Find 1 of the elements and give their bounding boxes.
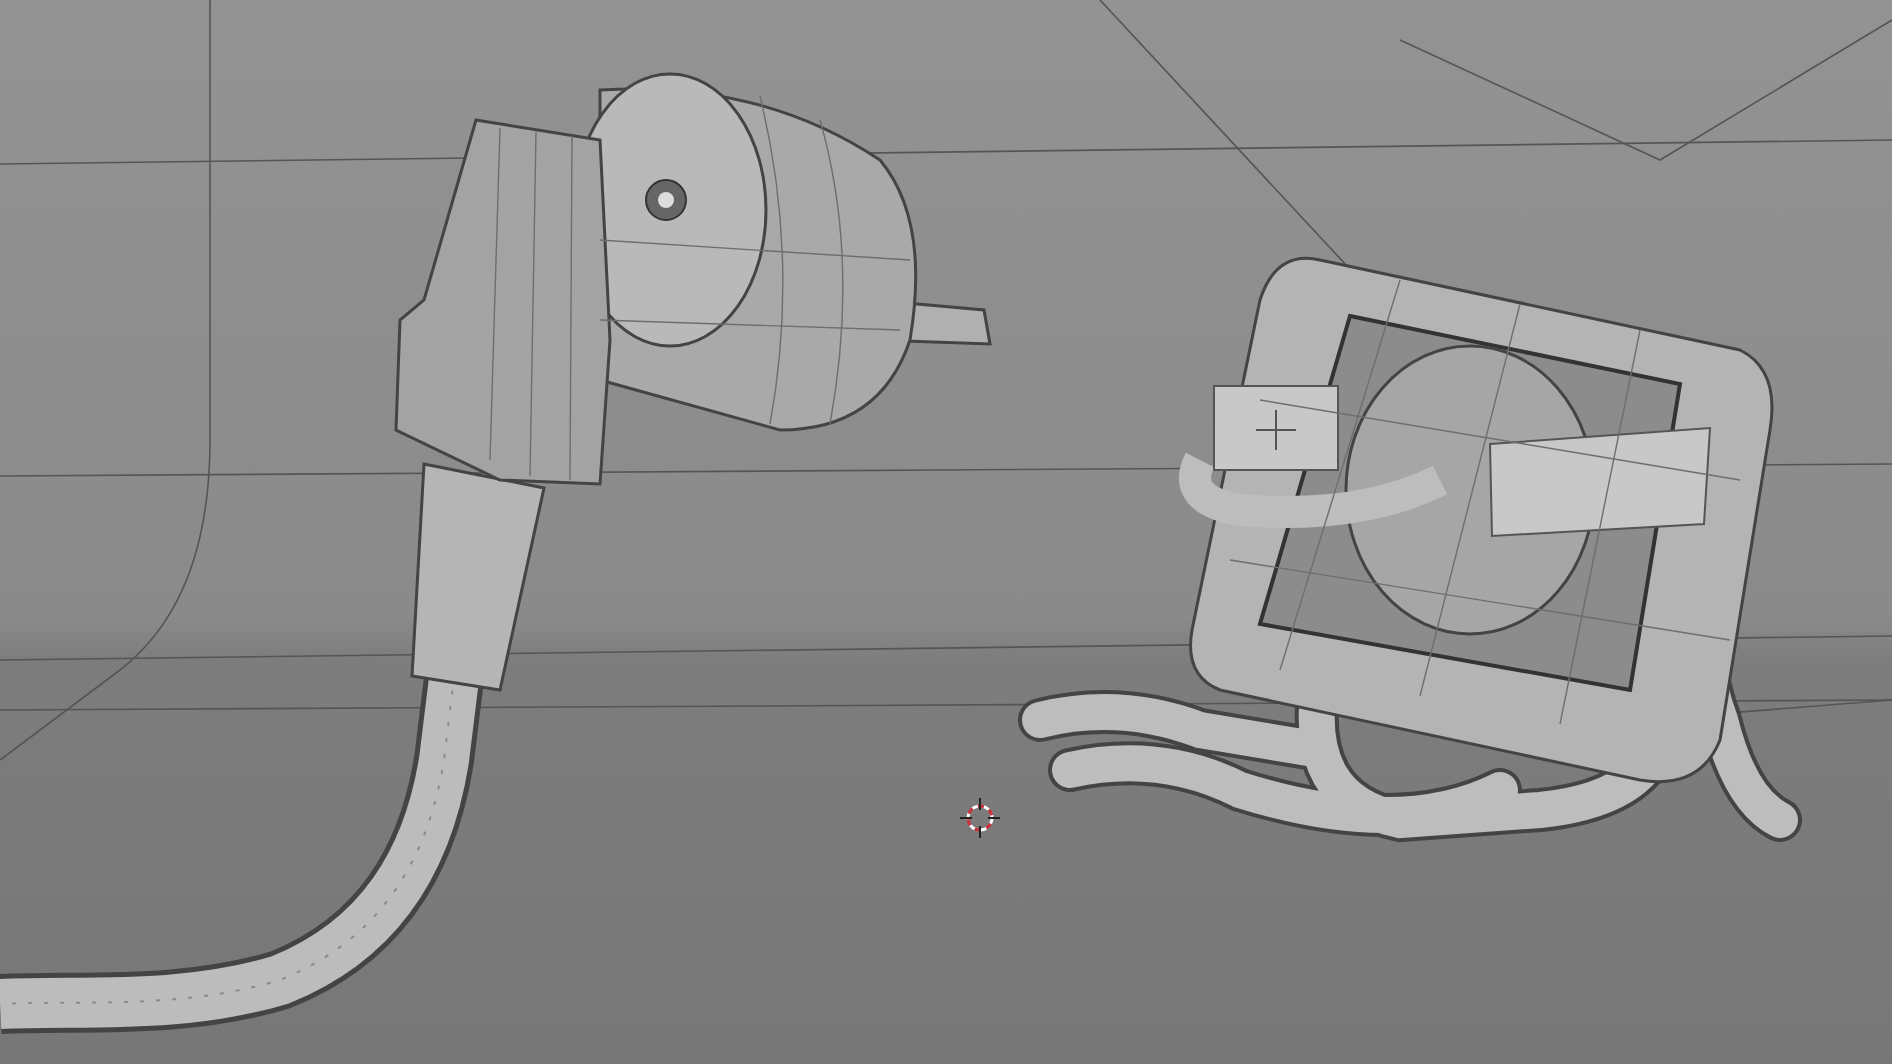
crosshair-cursor-icon [959,797,1001,839]
